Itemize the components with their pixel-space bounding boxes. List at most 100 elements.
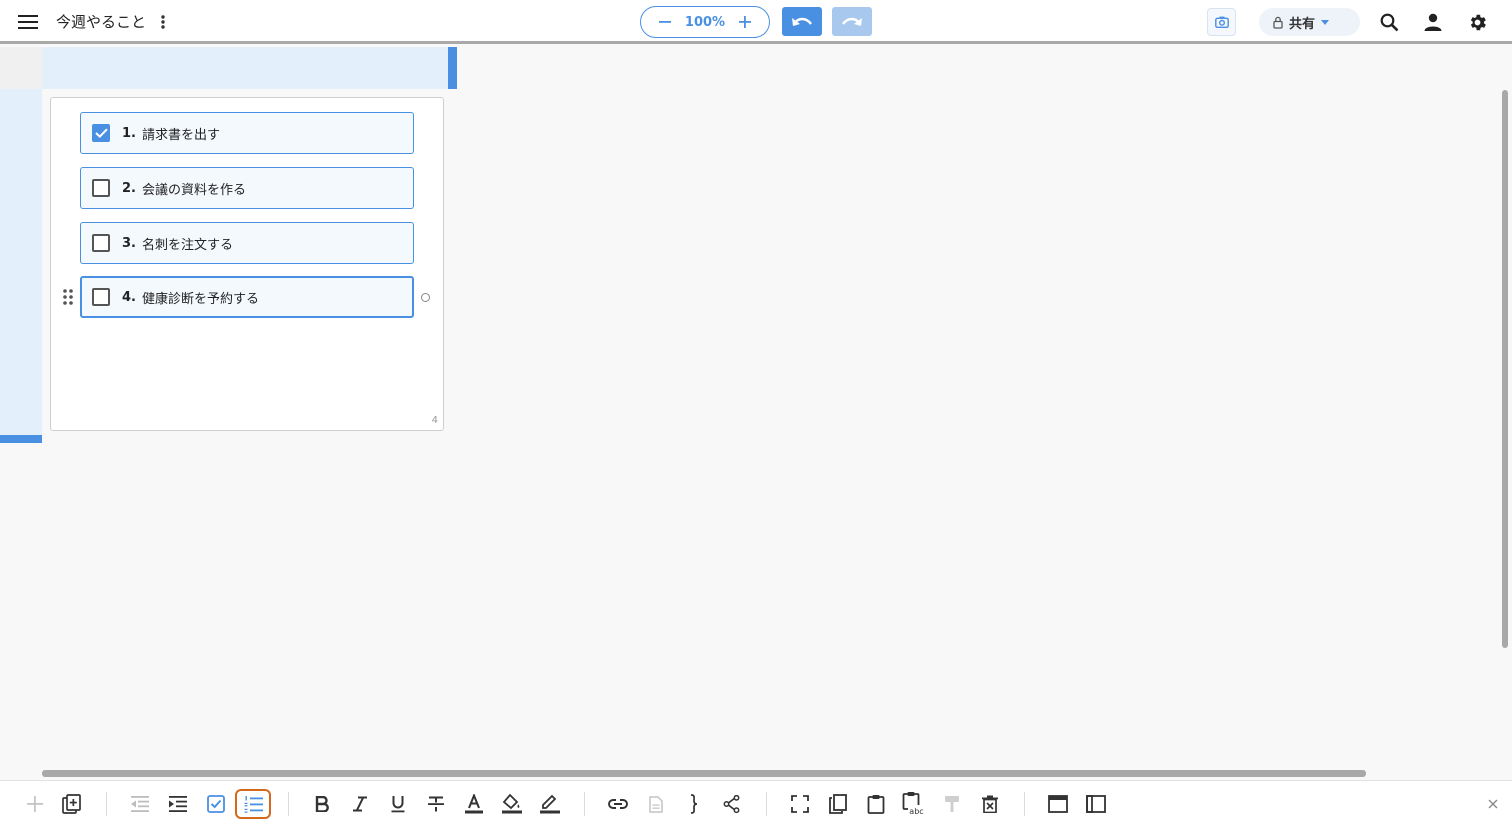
italic-icon xyxy=(353,796,367,812)
snapshot-button[interactable] xyxy=(1207,8,1236,36)
text-color-button[interactable] xyxy=(456,789,492,819)
delete-button[interactable] xyxy=(972,789,1008,819)
person-icon xyxy=(1424,13,1442,31)
numbered-list-icon xyxy=(244,795,263,813)
item-text[interactable]: 会議の資料を作る xyxy=(142,179,246,198)
checkbox[interactable] xyxy=(92,179,110,197)
close-toolbar-button[interactable] xyxy=(1484,795,1502,813)
toolbar-divider xyxy=(766,792,767,816)
item-text[interactable]: 名刺を注文する xyxy=(142,234,233,253)
note-icon xyxy=(649,795,663,813)
undo-icon xyxy=(792,17,812,26)
panel-top-icon xyxy=(1048,795,1068,813)
redo-button[interactable] xyxy=(832,7,872,36)
brace-icon xyxy=(690,794,698,814)
add-icon xyxy=(27,796,43,812)
panel-left-button[interactable] xyxy=(1078,789,1114,819)
canvas[interactable]: 1. 請求書を出す 2. 会議の資料を作る 3. 名刺を注文する 4. 健康診断… xyxy=(0,47,1500,780)
column-resize-handle[interactable] xyxy=(448,47,457,89)
copy-button[interactable] xyxy=(820,789,856,819)
checklist-item-active[interactable]: 4. 健康診断を予約する xyxy=(80,276,414,318)
search-button[interactable] xyxy=(1376,9,1402,35)
checklist-item[interactable]: 2. 会議の資料を作る xyxy=(80,167,414,209)
share-button[interactable]: 共有 xyxy=(1259,8,1360,36)
checklist-button[interactable] xyxy=(198,789,234,819)
zoom-out-button[interactable] xyxy=(655,12,675,32)
item-count: 4 xyxy=(431,415,438,426)
add-button[interactable] xyxy=(17,789,53,819)
top-bar: 今週やること 100% 共有 xyxy=(0,0,1512,44)
row-resize-handle[interactable] xyxy=(0,435,42,443)
checklist-item[interactable]: 1. 請求書を出す xyxy=(80,112,414,154)
checkbox[interactable] xyxy=(92,234,110,252)
toolbar-divider xyxy=(584,792,585,816)
search-icon xyxy=(1380,13,1398,31)
item-text[interactable]: 健康診断を予約する xyxy=(142,288,259,307)
paste-text-icon: abc xyxy=(902,792,925,816)
bold-icon xyxy=(315,796,329,812)
fill-color-icon xyxy=(502,794,522,814)
paste-text-button[interactable]: abc xyxy=(896,789,932,819)
duplicate-icon xyxy=(62,794,81,814)
hamburger-icon xyxy=(18,15,38,29)
gear-icon xyxy=(1470,14,1486,30)
link-button[interactable] xyxy=(600,789,636,819)
row-selection-band xyxy=(0,89,42,435)
paste-button[interactable] xyxy=(858,789,894,819)
horizontal-scrollbar[interactable] xyxy=(42,770,1366,777)
select-frame-button[interactable] xyxy=(782,789,818,819)
strikethrough-icon xyxy=(428,796,444,812)
text-color-icon xyxy=(465,794,483,814)
item-number: 4. xyxy=(122,289,136,305)
camera-icon xyxy=(1214,16,1229,28)
brace-button[interactable] xyxy=(676,789,712,819)
strikethrough-button[interactable] xyxy=(418,789,454,819)
share-label: 共有 xyxy=(1289,16,1316,32)
connector-button[interactable] xyxy=(714,789,750,819)
format-painter-icon xyxy=(945,796,959,812)
checkmark-icon xyxy=(94,128,108,138)
panel-left-icon xyxy=(1086,795,1106,813)
format-painter-button[interactable] xyxy=(934,789,970,819)
undo-button[interactable] xyxy=(782,7,822,36)
connector-handle-icon[interactable] xyxy=(421,293,430,302)
bottom-toolbar: abc xyxy=(0,780,1512,825)
column-selection-band xyxy=(42,47,448,89)
indent-button[interactable] xyxy=(160,789,196,819)
italic-button[interactable] xyxy=(342,789,378,819)
plus-icon xyxy=(738,16,751,28)
vertical-scrollbar[interactable] xyxy=(1502,90,1508,648)
document-title[interactable]: 今週やること xyxy=(56,11,146,33)
bold-button[interactable] xyxy=(304,789,340,819)
duplicate-button[interactable] xyxy=(54,789,90,819)
corner-gutter xyxy=(0,47,42,89)
menu-button[interactable] xyxy=(14,9,42,35)
panel-top-button[interactable] xyxy=(1040,789,1076,819)
more-options-button[interactable] xyxy=(154,11,172,33)
drag-handle-icon[interactable] xyxy=(63,289,73,305)
checklist-item[interactable]: 3. 名刺を注文する xyxy=(80,222,414,264)
numbered-list-button[interactable] xyxy=(235,789,271,819)
connector-icon xyxy=(723,795,740,813)
settings-button[interactable] xyxy=(1464,9,1490,35)
item-text[interactable]: 請求書を出す xyxy=(142,124,220,143)
note-button[interactable] xyxy=(638,789,674,819)
account-button[interactable] xyxy=(1420,9,1446,35)
fill-color-button[interactable] xyxy=(494,789,530,819)
highlight-button[interactable] xyxy=(532,789,568,819)
checkbox[interactable] xyxy=(92,288,110,306)
checkbox-checked[interactable] xyxy=(92,124,110,142)
zoom-in-button[interactable] xyxy=(735,12,755,32)
link-icon xyxy=(608,799,628,809)
underline-button[interactable] xyxy=(380,789,416,819)
zoom-level[interactable]: 100% xyxy=(685,15,725,30)
checklist-card[interactable]: 1. 請求書を出す 2. 会議の資料を作る 3. 名刺を注文する 4. 健康診断… xyxy=(50,97,444,431)
kebab-icon xyxy=(161,15,165,29)
outdent-button[interactable] xyxy=(122,789,158,819)
close-icon xyxy=(1488,799,1498,809)
item-number: 1. xyxy=(122,125,136,141)
copy-icon xyxy=(829,794,847,814)
item-number: 3. xyxy=(122,235,136,251)
item-number: 2. xyxy=(122,180,136,196)
checklist-icon xyxy=(207,795,225,813)
